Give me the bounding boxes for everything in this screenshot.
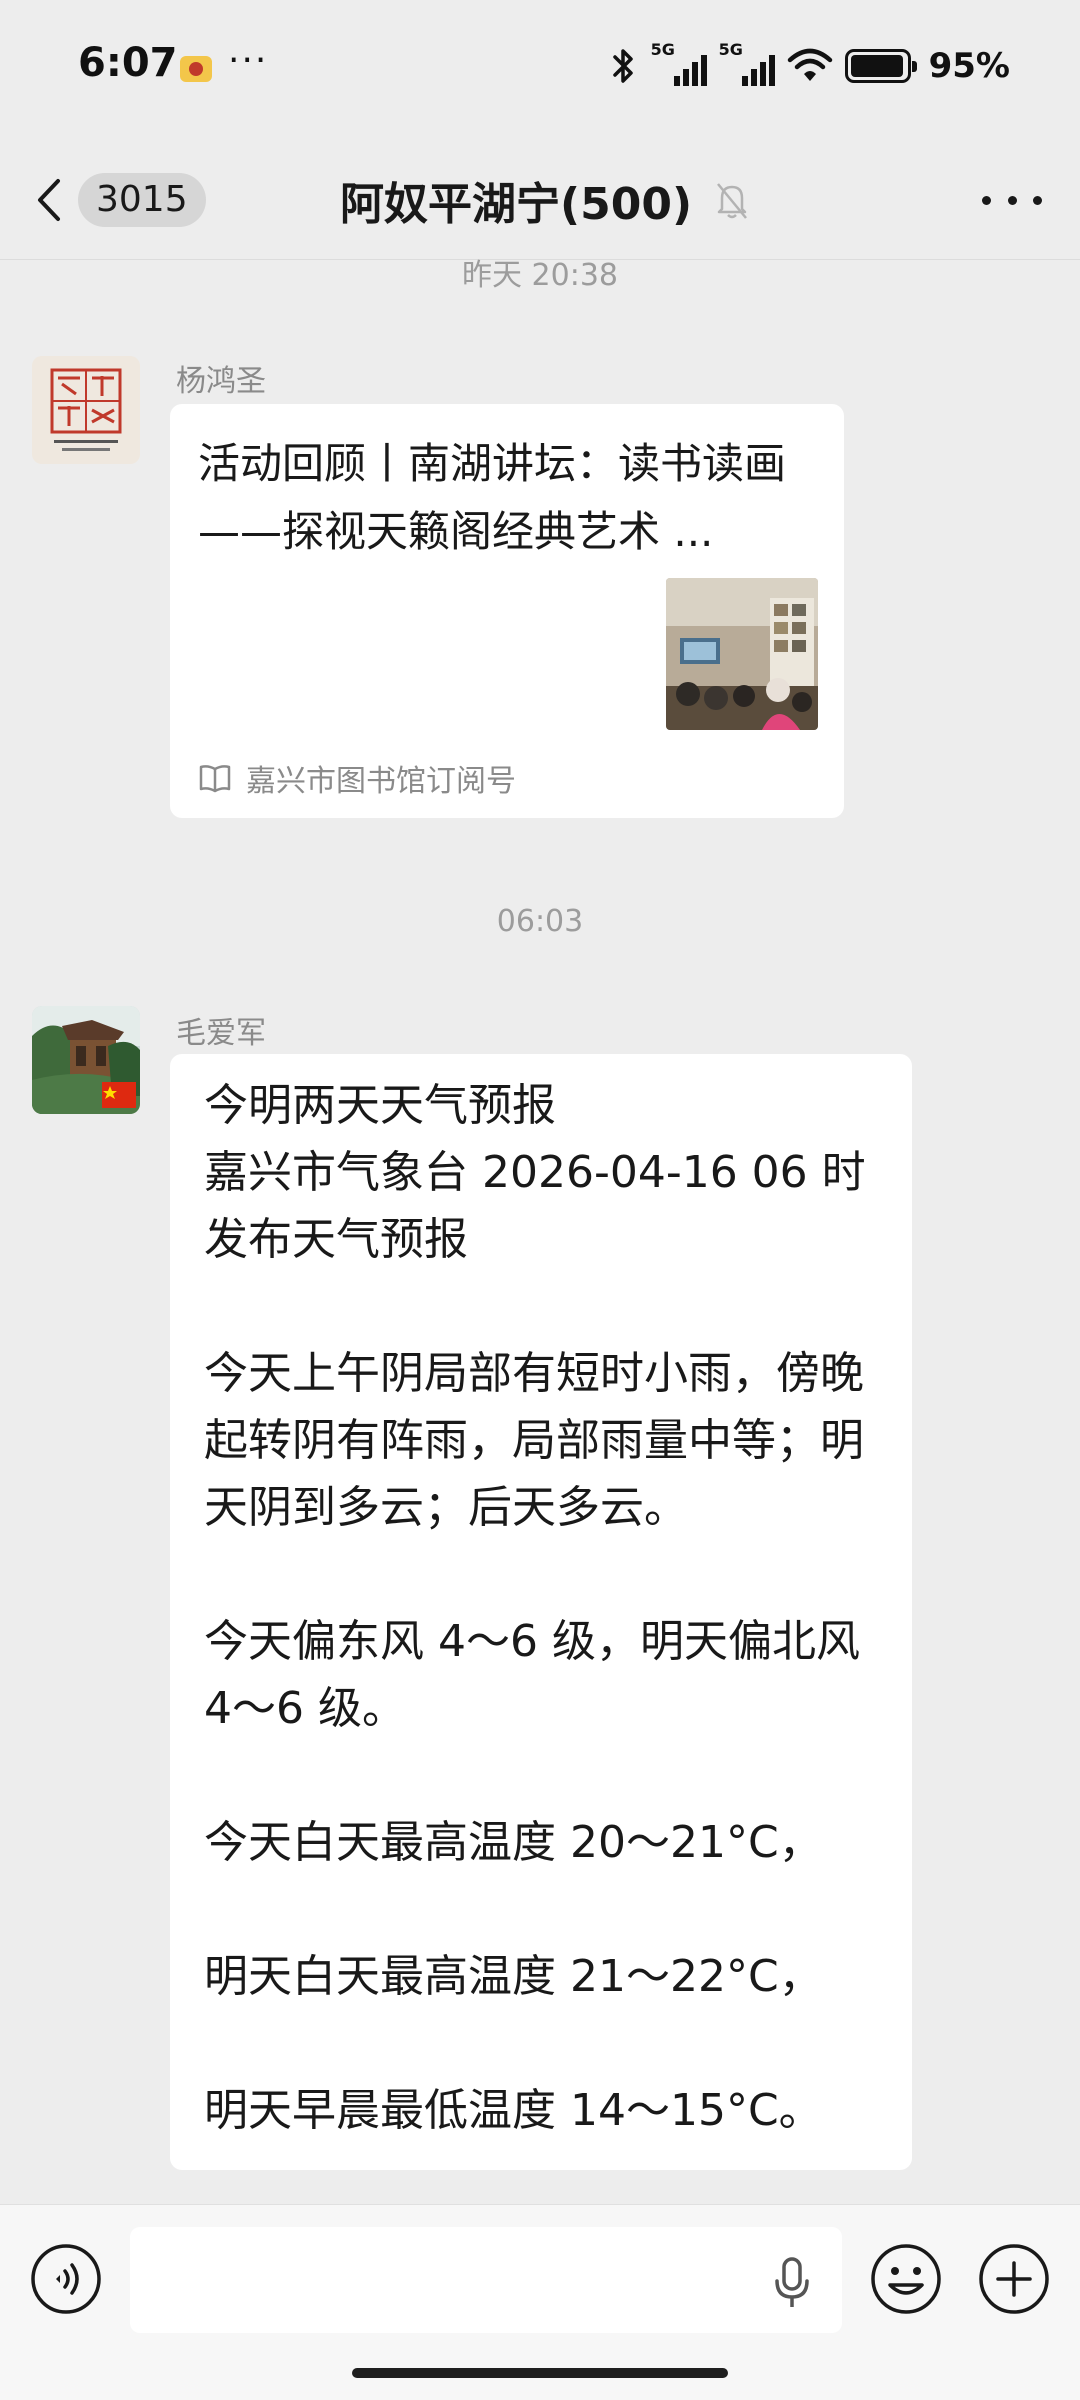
article-title: 活动回顾丨南湖讲坛：读书读画——探视天籁阁经典艺术 ... [198, 439, 787, 556]
home-indicator[interactable] [352, 2368, 728, 2378]
chat-header: 3015 阿奴平湖宁(500) [0, 140, 1080, 260]
message-paragraph: 明天白天最高温度 21～22°C， [204, 1951, 823, 2002]
message-paragraph: 今天偏东风 4～6 级，明天偏北风 4～6 级。 [204, 1616, 860, 1734]
more-icon [982, 195, 991, 205]
message-input[interactable] [130, 2227, 842, 2333]
chat-title-group[interactable]: 阿奴平湖宁(500) [340, 140, 750, 260]
bell-off-icon [717, 183, 748, 219]
status-time: 6:07 [78, 40, 178, 86]
cellular-signal-icon: 5G [719, 40, 775, 88]
sender-name: 毛爱军 [176, 1016, 266, 1051]
scenery-avatar-image [32, 1006, 140, 1114]
back-button[interactable]: 3015 [34, 168, 206, 232]
article-card[interactable]: 活动回顾丨南湖讲坛：读书读画——探视天籁阁经典艺术 ... 嘉兴市图书馆订阅号 [170, 404, 844, 818]
sender-name: 杨鸿圣 [176, 364, 266, 399]
article-thumbnail [666, 578, 818, 730]
voice-icon[interactable] [30, 2243, 102, 2315]
battery-percent: 95% [928, 46, 1010, 86]
status-indicators: 5G 5G 95% [609, 40, 1010, 88]
seal-avatar-image [32, 356, 140, 464]
more-options-button[interactable] [982, 176, 1042, 224]
unread-count-badge: 3015 [78, 173, 206, 227]
plus-icon[interactable] [978, 2243, 1050, 2315]
sender-avatar[interactable] [32, 1006, 140, 1114]
wifi-icon [787, 48, 832, 81]
text-message-bubble[interactable]: 今明两天天气预报 嘉兴市气象台 2026-04-16 06 时发布天气预报 今天… [170, 1054, 912, 2170]
article-source-name: 嘉兴市图书馆订阅号 [246, 764, 516, 799]
cellular-signal-icon: 5G [651, 40, 707, 88]
message-paragraph: 今明两天天气预报 [204, 1080, 556, 1131]
message-timestamp: 06:03 [496, 904, 584, 939]
message-paragraph: 今天白天最高温度 20～21°C， [204, 1817, 823, 1868]
app-notification-icon [180, 56, 212, 82]
emoji-icon[interactable] [870, 2243, 942, 2315]
message-paragraph: 今天上午阴局部有短时小雨，傍晚起转阴有阵雨，局部雨量中等；明天阴到多云；后天多云… [204, 1348, 864, 1533]
battery-icon [844, 49, 917, 83]
chat-title: 阿奴平湖宁(500) [340, 179, 693, 230]
status-more-indicator: ··· [228, 40, 269, 81]
article-source: 嘉兴市图书馆订阅号 [198, 756, 516, 800]
bluetooth-icon [612, 49, 633, 83]
chevron-left-icon [38, 179, 60, 221]
message-timestamp: 昨天 20:38 [462, 258, 618, 293]
book-icon [199, 765, 231, 793]
message-text: 今明两天天气预报 嘉兴市气象台 2026-04-16 06 时发布天气预报 今天… [204, 1072, 888, 2144]
status-bar: 6:07 ··· 5G 5G 95% [0, 0, 1080, 140]
message-paragraph: 明天早晨最低温度 14～15°C。 [204, 2085, 823, 2136]
sender-avatar[interactable] [32, 356, 140, 464]
mic-icon[interactable] [772, 2257, 812, 2309]
message-paragraph: 嘉兴市气象台 2026-04-16 06 时发布天气预报 [204, 1147, 866, 1265]
